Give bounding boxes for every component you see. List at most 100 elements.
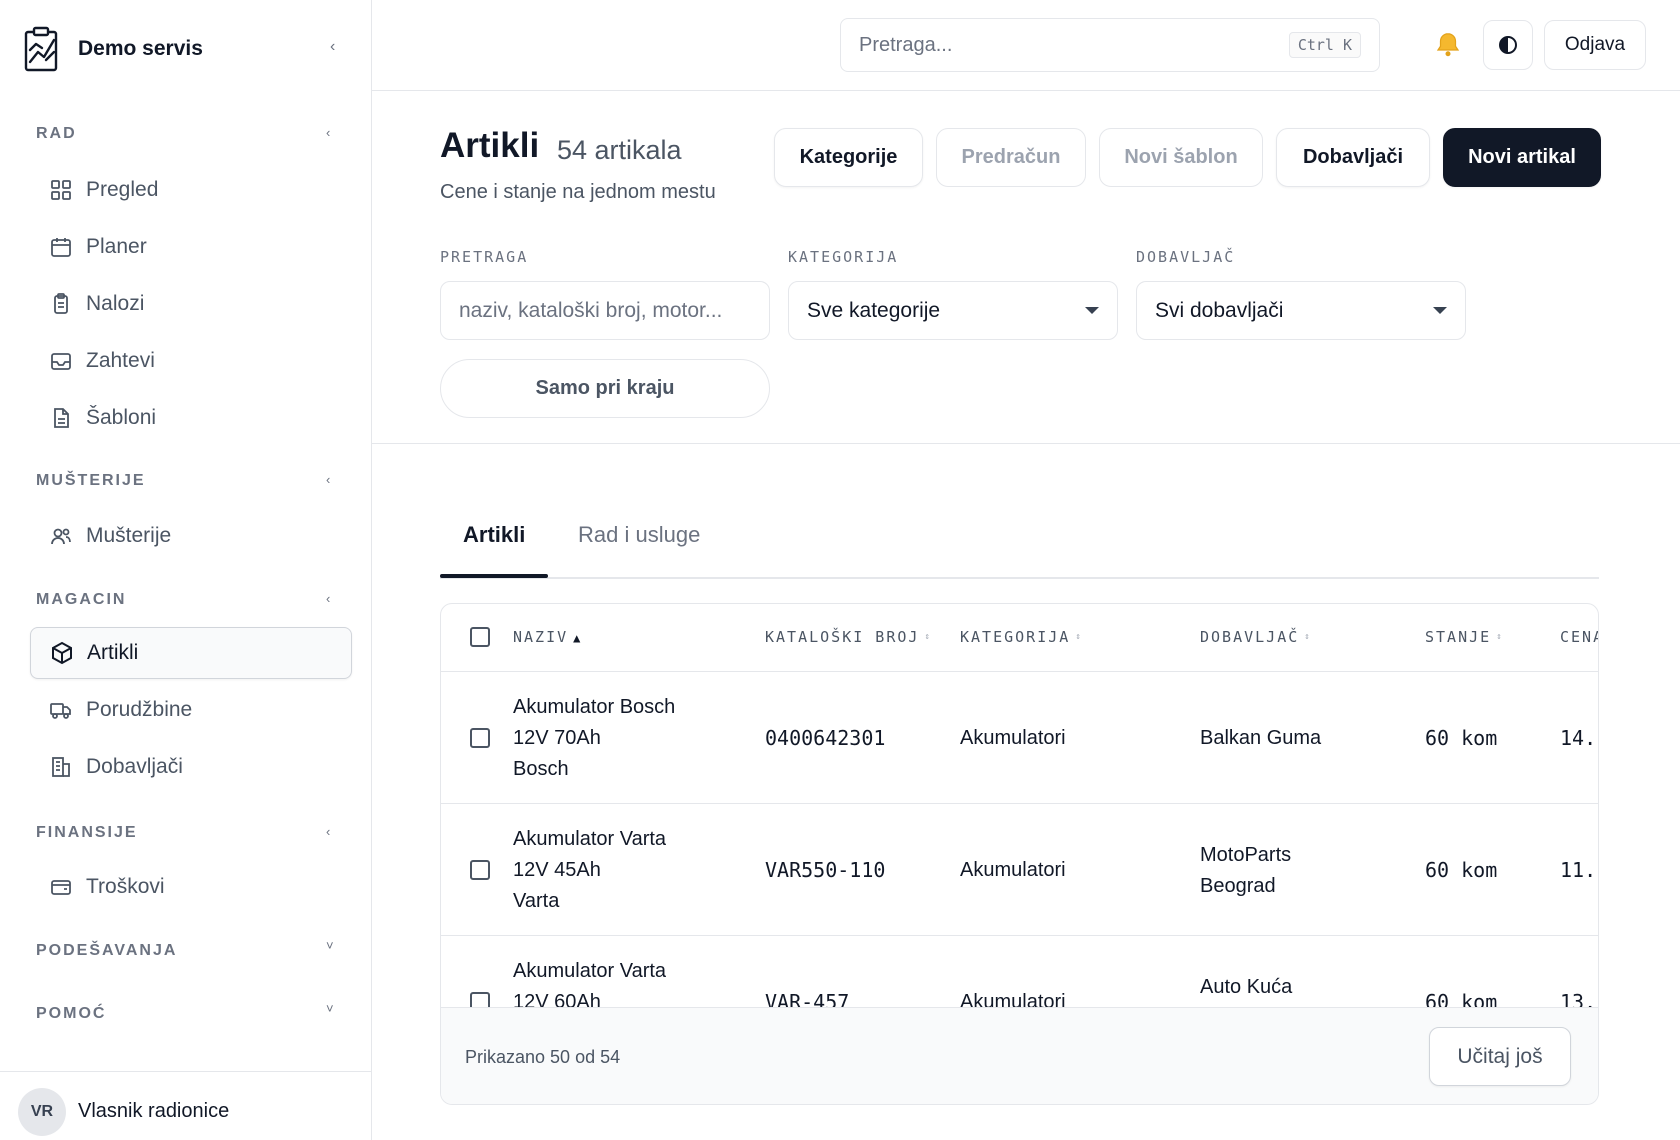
brand-name: Demo servis [78, 37, 203, 60]
suppliers-button[interactable]: Dobavljači [1276, 128, 1430, 187]
new-template-button[interactable]: Novi šablon [1099, 128, 1263, 187]
column-header-catalog[interactable]: KATALOŠKI BROJ ⇕ [765, 628, 930, 646]
section-title-musterije[interactable]: MUŠTERIJE [36, 472, 146, 490]
clipboard-chart-logo-icon [24, 26, 58, 72]
column-header-label: STANJE [1425, 628, 1492, 646]
column-header-label: DOBAVLJAČ [1200, 628, 1300, 646]
bell-icon[interactable] [1433, 30, 1463, 60]
item-name-line: Akumulator Varta [513, 828, 667, 850]
item-name-line: 12V 45Ah [513, 859, 601, 881]
tabs-border [440, 577, 1599, 579]
sidebar-item-label: Porudžbine [86, 698, 193, 721]
column-header-name[interactable]: NAZIV ▲ [513, 628, 580, 646]
inbox-icon [48, 348, 74, 374]
sidebar-item-dobavljaci[interactable]: Dobavljači [30, 741, 352, 793]
proforma-button[interactable]: Predračun [936, 128, 1086, 187]
sidebar-item-label: Planer [86, 235, 147, 258]
users-icon [48, 523, 74, 549]
sidebar-item-label: Zahtevi [86, 349, 155, 372]
row-checkbox[interactable] [470, 728, 490, 748]
table-row[interactable]: Akumulator Bosch 12V 70Ah Bosch 04006423… [441, 672, 1598, 804]
supplier-select[interactable]: Svi dobavljači [1136, 281, 1466, 340]
building-icon [48, 754, 74, 780]
item-count: 54 artikala [557, 135, 682, 165]
brand[interactable]: Demo servis [24, 24, 203, 74]
item-category: Akumulatori [960, 727, 1066, 749]
supplier-select-value: Svi dobavljači [1155, 298, 1284, 322]
sidebar-item-planer[interactable]: Planer [30, 221, 352, 273]
item-brand: Bosch [513, 758, 569, 780]
file-icon [48, 405, 74, 431]
page-title: Artikli [440, 126, 540, 165]
section-title-finansije[interactable]: FINANSIJE [36, 824, 138, 842]
column-header-label: KATEGORIJA [960, 628, 1071, 646]
sidebar-item-pregled[interactable]: Pregled [30, 164, 352, 216]
table-header: NAZIV ▲ KATALOŠKI BROJ ⇕ KATEGORIJA ⇕ DOBAV… [441, 604, 1598, 672]
section-magacin-chevron-icon[interactable]: ‹ [326, 591, 330, 606]
tab-artikli[interactable]: Artikli [463, 522, 525, 548]
caret-down-icon [1433, 307, 1447, 314]
sidebar-item-label: Dobavljači [86, 755, 183, 778]
section-musterije-chevron-icon[interactable]: ‹ [326, 472, 330, 487]
categories-button[interactable]: Kategorije [774, 128, 923, 187]
load-more-button[interactable]: Učitaj još [1429, 1027, 1571, 1086]
column-header-label: KATALOŠKI BROJ [765, 628, 920, 646]
section-pomoc-chevron-icon[interactable]: ˅ [326, 1001, 334, 1016]
section-title-rad[interactable]: RAD [36, 125, 77, 143]
section-rad-chevron-icon[interactable]: ‹ [326, 125, 330, 140]
global-search-input[interactable] [859, 33, 1289, 57]
sort-asc-icon: ▲ [573, 631, 581, 645]
category-select-value: Sve kategorije [807, 298, 941, 322]
wallet-icon [48, 874, 74, 900]
sort-icon: ⇕ [1304, 632, 1310, 642]
sidebar-item-nalozi[interactable]: Nalozi [30, 278, 352, 330]
tab-rad-i-usluge[interactable]: Rad i usluge [578, 522, 700, 548]
new-item-button[interactable]: Novi artikal [1443, 128, 1601, 187]
sidebar-item-zahtevi[interactable]: Zahtevi [30, 335, 352, 387]
item-stock: 60 kom [1425, 858, 1498, 882]
sidebar-collapse-icon[interactable]: ‹ [330, 38, 335, 56]
sort-icon: ⇕ [1496, 632, 1502, 642]
sidebar-item-porudzbine[interactable]: Porudžbine [30, 684, 352, 736]
column-header-label: CENA [1560, 628, 1598, 646]
select-all-checkbox[interactable] [470, 627, 490, 647]
filter-search-input[interactable] [459, 298, 751, 323]
filter-search-field[interactable] [440, 281, 770, 340]
sidebar-item-label: Artikli [87, 641, 139, 664]
column-header-price[interactable]: CENA [1560, 628, 1598, 646]
table-footer: Prikazano 50 od 54 Učitaj još [441, 1007, 1598, 1104]
section-finansije-chevron-icon[interactable]: ‹ [326, 824, 330, 839]
section-title-pomoc[interactable]: POMOĆ [36, 1005, 106, 1023]
filter-search-label: PRETRAGA [440, 248, 529, 266]
low-stock-toggle-button[interactable]: Samo pri kraju [440, 359, 770, 418]
sidebar-user[interactable]: VR Vlasnik radionice [0, 1071, 372, 1140]
sidebar-item-label: Šabloni [86, 406, 157, 429]
shown-count: Prikazano 50 od 54 [465, 1047, 621, 1067]
section-title-magacin[interactable]: MAGACIN [36, 591, 126, 609]
section-divider [372, 443, 1680, 444]
theme-toggle-button[interactable] [1483, 20, 1533, 70]
active-tab-indicator [440, 574, 548, 578]
item-catalog-number: VAR550-110 [765, 858, 886, 882]
column-header-stock[interactable]: STANJE ⇕ [1425, 628, 1502, 646]
row-checkbox[interactable] [470, 860, 490, 880]
sidebar-item-musterije[interactable]: Mušterije [30, 510, 352, 562]
table-row[interactable]: Akumulator Varta 12V 45Ah Varta VAR550-1… [441, 804, 1598, 936]
truck-icon [48, 697, 74, 723]
logout-button[interactable]: Odjava [1544, 20, 1646, 70]
category-select[interactable]: Sve kategorije [788, 281, 1118, 340]
item-brand: Varta [513, 890, 560, 912]
page-subtitle: Cene i stanje na jednom mestu [440, 181, 716, 203]
global-search[interactable]: Ctrl K [840, 18, 1380, 72]
item-price: 14. [1560, 726, 1597, 750]
section-title-podesavanja[interactable]: PODEŠAVANJA [36, 942, 177, 960]
column-header-category[interactable]: KATEGORIJA ⇕ [960, 628, 1081, 646]
column-header-supplier[interactable]: DOBAVLJAČ ⇕ [1200, 628, 1310, 646]
sidebar-item-sabloni[interactable]: Šabloni [30, 392, 352, 444]
avatar: VR [18, 1088, 66, 1136]
calendar-icon [48, 234, 74, 260]
sidebar-item-label: Pregled [86, 178, 159, 201]
sidebar-item-troskovi[interactable]: Troškovi [30, 861, 352, 913]
section-podesavanja-chevron-icon[interactable]: ˅ [326, 938, 334, 953]
sidebar-item-artikli[interactable]: Artikli [30, 627, 352, 679]
